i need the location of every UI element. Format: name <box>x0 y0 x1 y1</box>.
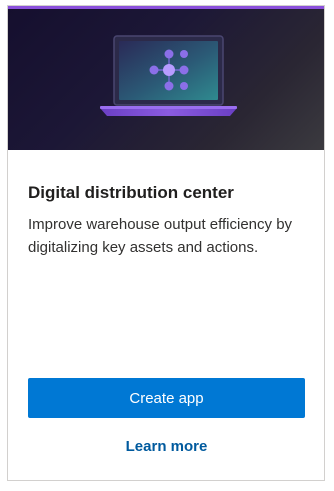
laptop-network-icon <box>100 35 237 116</box>
template-card: Digital distribution center Improve ware… <box>7 5 325 481</box>
create-app-button[interactable]: Create app <box>28 378 305 418</box>
learn-more-link[interactable]: Learn more <box>28 437 305 457</box>
card-hero-image <box>8 6 324 150</box>
card-title: Digital distribution center <box>28 183 234 202</box>
card-description: Improve warehouse output efficiency by d… <box>28 216 293 256</box>
